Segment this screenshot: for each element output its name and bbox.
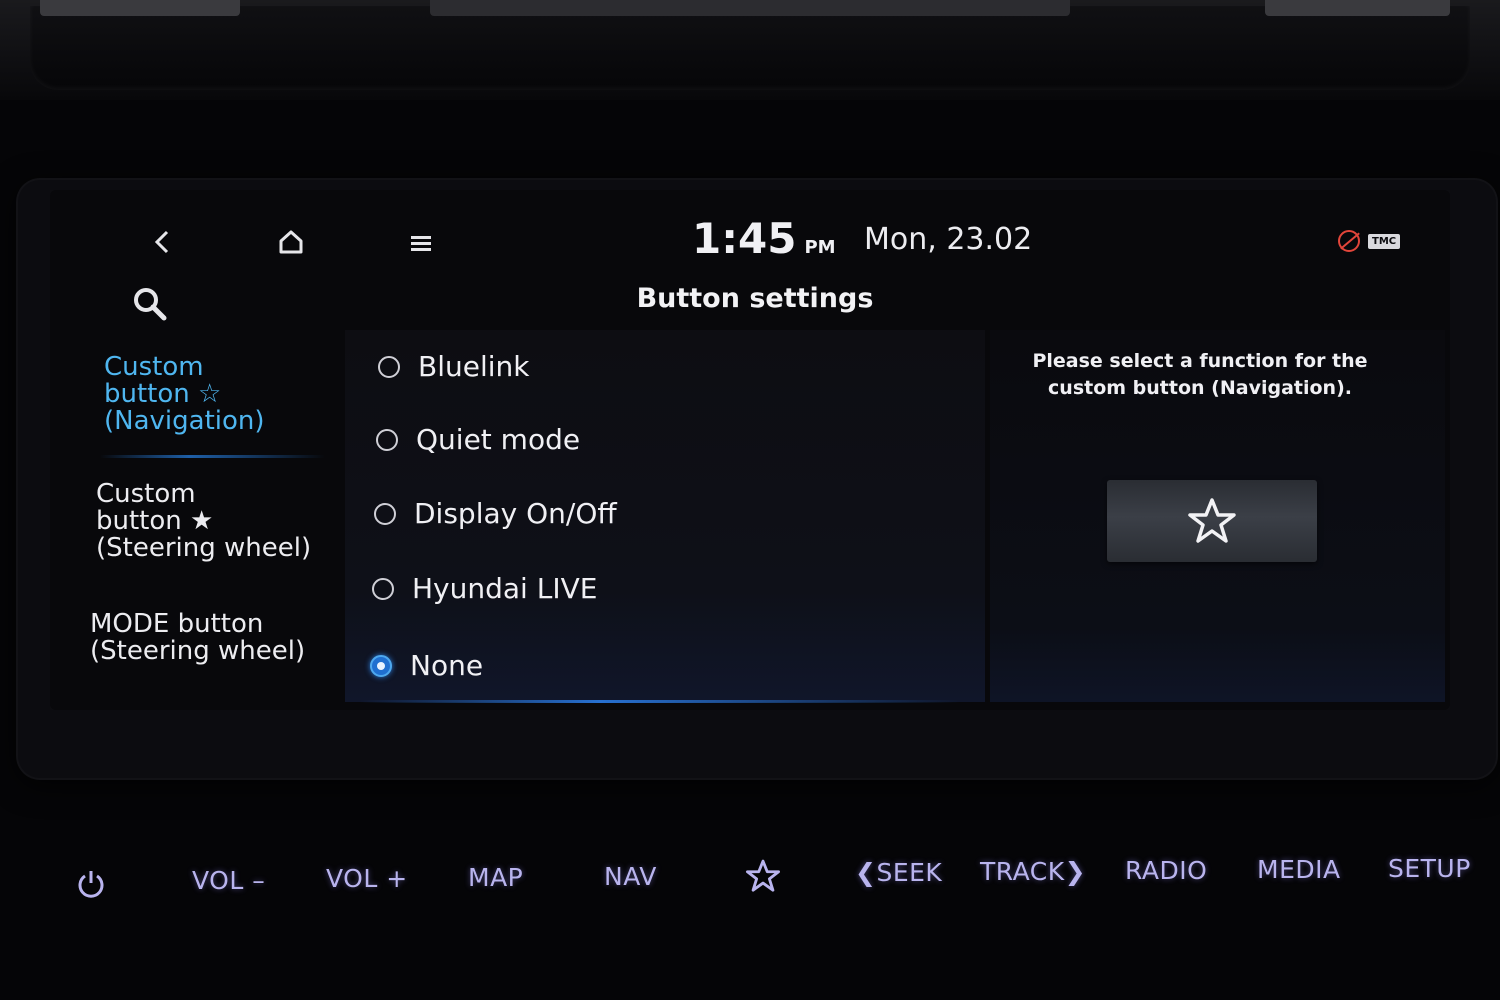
option-label: Hyundai LIVE — [412, 572, 598, 605]
clock: 1:45 PM — [692, 214, 836, 263]
star-outline-icon — [1188, 498, 1236, 543]
trim-highlight — [430, 0, 1070, 16]
custom-button-preview[interactable] — [1107, 480, 1317, 562]
radio-button[interactable] — [374, 502, 396, 525]
track-button[interactable]: TRACK❯ — [980, 857, 1086, 886]
radio-button[interactable] — [376, 428, 398, 451]
menu-item-custom-button-navigation[interactable]: Custom button ☆ (Navigation) — [104, 354, 265, 435]
star-key-icon[interactable] — [744, 858, 782, 894]
menu-item-custom-button-steering[interactable]: Custom button ★ (Steering wheel) — [96, 481, 311, 562]
trim-highlight — [40, 0, 240, 16]
trim-highlight — [1265, 0, 1450, 16]
nav-button[interactable]: NAV — [604, 862, 657, 891]
map-button[interactable]: MAP — [468, 863, 523, 892]
option-display-on-off[interactable]: Display On/Off — [374, 497, 617, 530]
power-icon[interactable] — [74, 866, 108, 902]
back-icon[interactable] — [148, 228, 176, 256]
radio-button[interactable] — [372, 577, 394, 600]
option-label: Quiet mode — [416, 423, 581, 456]
option-label: Bluelink — [418, 350, 530, 383]
menu-item-mode-button-steering[interactable]: MODE button (Steering wheel) — [90, 611, 305, 665]
radio-button-selected[interactable] — [370, 654, 392, 677]
search-icon[interactable] — [130, 284, 170, 324]
option-bluelink[interactable]: Bluelink — [378, 350, 529, 383]
radio-button[interactable] — [378, 355, 400, 378]
seek-button[interactable]: ❮SEEK — [855, 858, 942, 887]
home-icon[interactable] — [276, 228, 306, 256]
clock-ampm: PM — [804, 237, 836, 258]
option-label: None — [410, 649, 484, 682]
option-label: Display On/Off — [414, 497, 617, 530]
option-quiet-mode[interactable]: Quiet mode — [376, 423, 580, 456]
media-button[interactable]: MEDIA — [1257, 855, 1341, 884]
air-vent — [30, 6, 1470, 90]
option-hyundai-live[interactable]: Hyundai LIVE — [372, 572, 597, 605]
vol-down-button[interactable]: VOL – — [192, 866, 265, 895]
tmc-badge: TMC — [1368, 233, 1401, 249]
options-underline — [360, 700, 960, 703]
vol-up-button[interactable]: VOL + — [326, 864, 408, 893]
instruction-text: Please select a function for the custom … — [1032, 350, 1368, 399]
status-icons: TMC — [1338, 230, 1401, 252]
bluetooth-off-icon — [1338, 230, 1360, 252]
menu-icon[interactable] — [406, 230, 436, 256]
option-none[interactable]: None — [370, 649, 483, 682]
date: Mon, 23.02 — [864, 222, 1033, 257]
active-item-underline — [100, 455, 325, 458]
clock-time: 1:45 — [692, 214, 797, 263]
setup-button[interactable]: SETUP — [1388, 854, 1471, 883]
page-title: Button settings — [636, 283, 874, 314]
radio-button-key[interactable]: RADIO — [1125, 856, 1207, 885]
